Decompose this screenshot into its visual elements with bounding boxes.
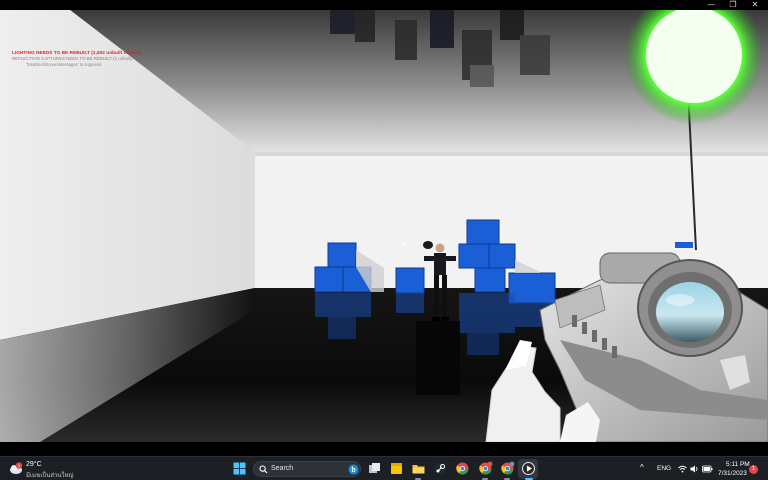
cloud-sun-icon: 1 bbox=[10, 462, 23, 474]
media-player-icon[interactable] bbox=[521, 461, 536, 476]
wifi-icon[interactable] bbox=[678, 465, 687, 473]
running-indicator bbox=[504, 478, 510, 480]
suppress-hint: 'DisableAllScreenMessages' to suppress bbox=[26, 62, 102, 67]
reflection-warning: REFLECTION CAPTURES NEED TO BE REBUILT (… bbox=[12, 56, 133, 61]
game-viewport[interactable]: LIGHTING NEEDS TO BE REBUILT (1,502 unbu… bbox=[0, 10, 768, 442]
notification-badge[interactable]: 1 bbox=[749, 465, 758, 474]
volume-icon[interactable] bbox=[690, 465, 699, 473]
sticky-notes-icon[interactable] bbox=[389, 461, 404, 476]
letterbox-bottom bbox=[0, 442, 768, 456]
game-window: — ❐ ✕ LIGHTING NEEDS TO BE REBUILT (1,50… bbox=[0, 0, 768, 456]
weather-desc: มีเมฆเป็นส่วนใหญ่ bbox=[26, 473, 74, 479]
running-indicator bbox=[415, 478, 421, 480]
close-button[interactable]: ✕ bbox=[744, 0, 766, 10]
bing-chat-icon[interactable]: b bbox=[348, 464, 359, 475]
minimize-button[interactable]: — bbox=[700, 0, 722, 10]
clock-time[interactable]: 5:11 PM bbox=[726, 461, 750, 468]
maximize-button[interactable]: ❐ bbox=[722, 0, 744, 10]
windows-start-icon[interactable] bbox=[232, 461, 247, 476]
chrome-profile2-icon[interactable] bbox=[500, 461, 515, 476]
active-indicator bbox=[525, 478, 533, 480]
clock-date[interactable]: 7/31/2023 bbox=[718, 470, 747, 477]
taskbar: 1 29°C มีเมฆเป็นส่วนใหญ่ Search b ^ ENG … bbox=[0, 456, 768, 480]
language-indicator[interactable]: ENG bbox=[657, 465, 671, 472]
search-box[interactable]: Search b bbox=[253, 461, 361, 477]
running-indicator bbox=[482, 478, 488, 480]
search-placeholder: Search bbox=[271, 465, 294, 472]
svg-text:b: b bbox=[351, 467, 355, 474]
chrome-profile-icon[interactable] bbox=[478, 461, 493, 476]
chrome-icon[interactable] bbox=[455, 461, 470, 476]
tray-overflow-chevron[interactable]: ^ bbox=[640, 463, 644, 472]
lighting-warning: LIGHTING NEEDS TO BE REBUILT (1,502 unbu… bbox=[12, 50, 143, 55]
steam-icon[interactable] bbox=[433, 461, 448, 476]
search-icon bbox=[259, 465, 268, 474]
title-bar: — ❐ ✕ bbox=[0, 0, 768, 10]
task-view-icon[interactable] bbox=[367, 461, 382, 476]
battery-icon[interactable] bbox=[702, 465, 713, 473]
game-scene bbox=[0, 10, 768, 442]
weather-temp: 29°C bbox=[26, 461, 42, 468]
file-explorer-icon[interactable] bbox=[411, 461, 426, 476]
